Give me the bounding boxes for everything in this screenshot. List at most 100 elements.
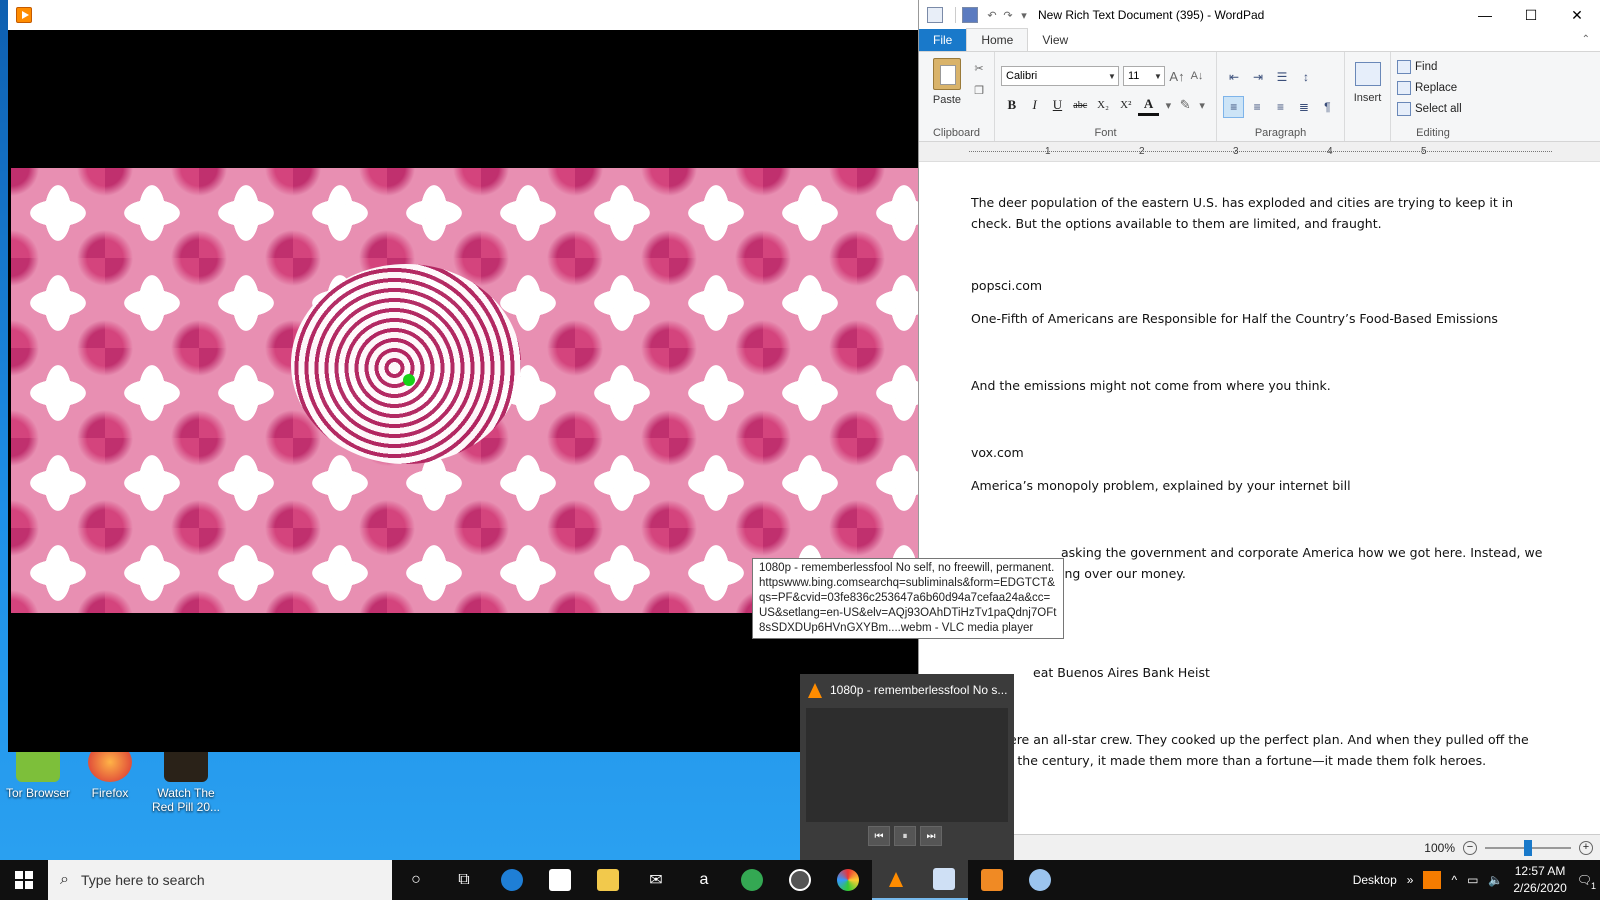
close-button[interactable]: ✕ (1554, 0, 1600, 30)
app-icon[interactable] (776, 860, 824, 900)
tab-file[interactable]: File (919, 29, 967, 51)
undo-icon[interactable]: ↶ (984, 7, 1000, 23)
vlc-cone-icon (808, 682, 822, 698)
replace-icon (1397, 80, 1411, 95)
vlc-titlebar[interactable] (8, 0, 918, 30)
desktop-icon-label: Tor Browser (5, 786, 70, 800)
paragraph-settings-icon[interactable]: ¶ (1317, 96, 1338, 118)
previous-button[interactable]: ⏮ (868, 826, 890, 846)
minimize-button[interactable]: — (1462, 0, 1508, 30)
replace-button[interactable]: Replace (1397, 77, 1469, 98)
insert-picture-icon (1354, 62, 1381, 86)
underline-button[interactable]: U (1047, 94, 1069, 116)
clock[interactable]: 12:57 AM 2/26/2020 (1513, 863, 1566, 897)
zoom-out-button[interactable]: − (1463, 840, 1477, 855)
mail-icon[interactable]: ✉ (632, 860, 680, 900)
task-view-icon[interactable]: ⧉ (440, 860, 488, 900)
camera-app-icon[interactable] (824, 860, 872, 900)
strikethrough-button[interactable]: abc (1069, 94, 1091, 116)
paste-button[interactable]: Paste (925, 56, 969, 123)
show-hidden-icons[interactable]: ^ (1451, 873, 1457, 887)
bold-button[interactable]: B (1001, 94, 1023, 116)
wordpad-window[interactable]: ↶ ↷ ▾ New Rich Text Document (395) - Wor… (918, 0, 1600, 860)
wordpad-taskbar-icon[interactable] (920, 860, 968, 900)
windows-logo-icon (15, 871, 33, 889)
cortana-icon[interactable]: ○ (392, 860, 440, 900)
customize-quick-access-icon[interactable]: ▾ (1016, 7, 1032, 23)
align-left-icon[interactable]: ≡ (1223, 96, 1245, 118)
line-spacing-icon[interactable]: ↕ (1295, 66, 1317, 88)
insert-button[interactable]: Insert (1351, 62, 1384, 104)
vlc-taskbar-icon[interactable] (872, 860, 920, 900)
font-size-select[interactable]: 11 ▼ (1123, 66, 1165, 86)
align-right-icon[interactable]: ≡ (1270, 96, 1291, 118)
ruler-mark: 2 (1139, 146, 1145, 157)
zoom-in-button[interactable]: + (1579, 840, 1593, 855)
chevron-right-icon[interactable]: » (1407, 873, 1414, 887)
collapse-ribbon-icon[interactable]: ⌃ (1582, 34, 1590, 45)
increase-indent-icon[interactable]: ⇥ (1247, 66, 1269, 88)
network-icon[interactable]: ▭ (1467, 873, 1478, 887)
paragraph: eat Buenos Aires Bank Heist (1033, 665, 1210, 680)
find-label: Find (1415, 60, 1438, 73)
tray-app-icon[interactable] (1423, 871, 1442, 889)
paragraph: ing over our money. (1061, 566, 1186, 581)
italic-button[interactable]: I (1024, 94, 1046, 116)
thumbnail-preview[interactable] (806, 708, 1008, 822)
chevron-down-icon[interactable]: ▾ (1160, 97, 1176, 113)
amazon-icon[interactable]: a (680, 860, 728, 900)
find-button[interactable]: Find (1397, 56, 1469, 77)
paragraph: asking the government and corporate Amer… (1061, 545, 1543, 560)
copy-icon[interactable]: ❐ (971, 82, 987, 98)
store-icon[interactable] (536, 860, 584, 900)
pause-button[interactable]: ⏸ (894, 826, 916, 846)
ruler[interactable]: 1 2 3 4 5 (919, 142, 1600, 162)
select-all-button[interactable]: Select all (1397, 98, 1469, 119)
tripadvisor-icon[interactable] (728, 860, 776, 900)
save-icon[interactable] (962, 7, 978, 23)
ruler-mark: 4 (1327, 146, 1333, 157)
file-explorer-icon[interactable] (584, 860, 632, 900)
decrease-indent-icon[interactable]: ⇤ (1223, 66, 1245, 88)
media-player-icon[interactable] (968, 860, 1016, 900)
vlc-window[interactable] (8, 0, 918, 752)
superscript-button[interactable]: X² (1115, 94, 1137, 116)
editing-group: Find Replace Select all Editing (1391, 52, 1475, 141)
tab-view[interactable]: View (1028, 29, 1082, 51)
document-area[interactable]: The deer population of the eastern U.S. … (919, 184, 1600, 834)
notifications-button[interactable]: 🗨 1 (1577, 873, 1596, 891)
grow-font-icon[interactable]: A↑ (1169, 68, 1185, 84)
volume-icon[interactable]: 🔈 (1488, 873, 1503, 887)
ribbon-tabs: File Home View ⌃ (919, 28, 1600, 52)
text-color-button[interactable]: A (1137, 94, 1160, 116)
start-button[interactable] (0, 860, 48, 900)
tab-home[interactable]: Home (966, 28, 1029, 51)
desktop-icon-red-pill[interactable]: Watch The Red Pill 20... (146, 742, 226, 814)
paint-icon[interactable] (1016, 860, 1064, 900)
thumbnail-title: 1080p - rememberlessfool No s... (830, 683, 1008, 697)
justify-icon[interactable]: ≣ (1293, 96, 1314, 118)
align-center-icon[interactable]: ≡ (1246, 96, 1267, 118)
window-title: New Rich Text Document (395) - WordPad (1038, 8, 1265, 22)
edge-icon[interactable] (488, 860, 536, 900)
redo-icon[interactable]: ↷ (1000, 7, 1016, 23)
shrink-font-icon[interactable]: A↓ (1189, 68, 1205, 84)
maximize-button[interactable]: ☐ (1508, 0, 1554, 30)
zoom-slider[interactable] (1485, 839, 1571, 856)
ruler-mark: 5 (1421, 146, 1427, 157)
zoom-slider-thumb[interactable] (1524, 839, 1532, 856)
chevron-down-icon[interactable]: ▾ (1194, 97, 1210, 113)
vlc-taskbar-thumbnail[interactable]: 1080p - rememberlessfool No s... ⏮ ⏸ ⏭ (800, 674, 1014, 860)
font-family-select[interactable]: Calibri ▼ (1001, 66, 1119, 86)
highlight-icon[interactable]: ✎ (1177, 97, 1193, 113)
select-all-label: Select all (1415, 102, 1462, 115)
cut-icon[interactable]: ✂ (971, 60, 987, 76)
video-surface[interactable] (11, 168, 918, 613)
next-button[interactable]: ⏭ (920, 826, 942, 846)
wordpad-titlebar[interactable]: ↶ ↷ ▾ New Rich Text Document (395) - Wor… (919, 0, 1600, 30)
search-box[interactable]: ⌕ Type here to search (48, 860, 392, 900)
subscript-button[interactable]: X₂ (1092, 94, 1114, 116)
bullet-list-icon[interactable]: ☰ (1271, 66, 1293, 88)
desktop-toolbar-label[interactable]: Desktop (1353, 873, 1397, 887)
paragraph: popsci.com (971, 278, 1043, 293)
